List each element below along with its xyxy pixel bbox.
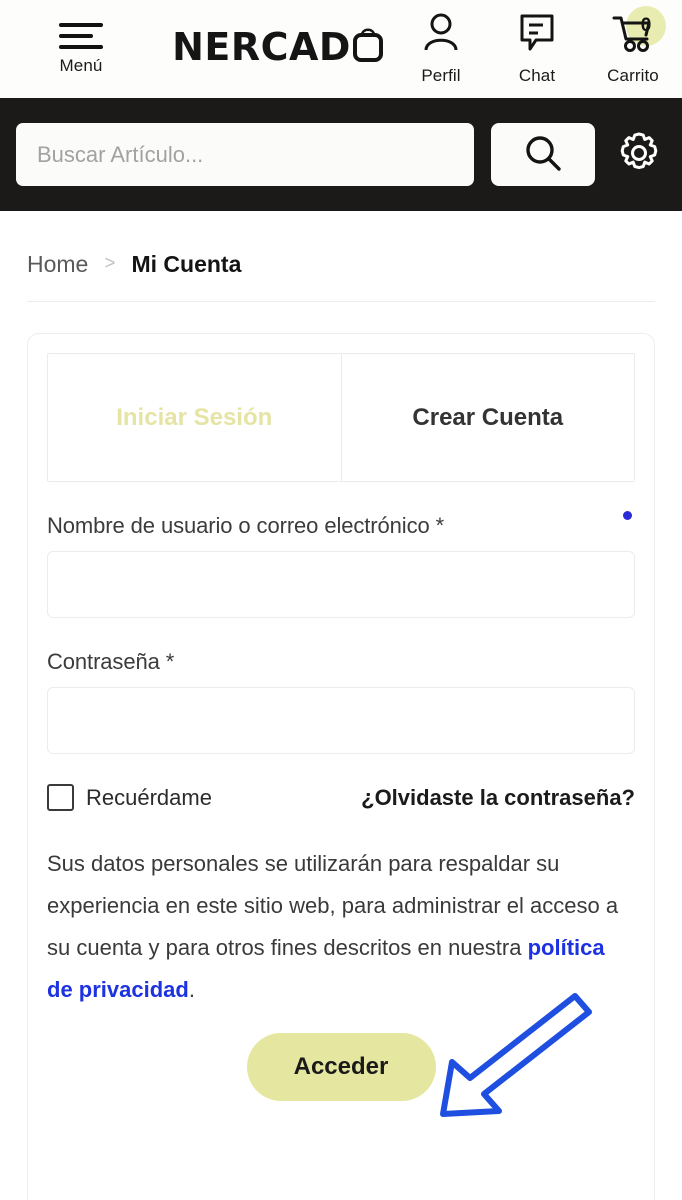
chat-bubble-icon: [517, 12, 557, 59]
shopping-cart-icon: [611, 12, 655, 59]
username-field-group: Nombre de usuario o correo electrónico *: [47, 513, 635, 618]
breadcrumb-current: Mi Cuenta: [131, 250, 242, 277]
account-card: Iniciar Sesión Crear Cuenta Nombre de us…: [27, 333, 655, 1200]
remember-me-checkbox[interactable]: [47, 784, 74, 811]
profile-label: Perfil: [421, 66, 461, 85]
header-actions: Perfil Chat 0 Carrito: [410, 6, 668, 86]
tab-iniciar-sesion[interactable]: Iniciar Sesión: [48, 354, 341, 481]
chat-button[interactable]: Chat: [506, 12, 568, 86]
search-button[interactable]: [491, 123, 595, 186]
username-label: Nombre de usuario o correo electrónico *: [47, 513, 635, 539]
site-header: Menú NERCAD Perfil Chat 0 Carrito: [0, 0, 682, 98]
hamburger-icon[interactable]: [59, 22, 103, 49]
cursor-dot-indicator: [623, 511, 632, 520]
password-label-text: Contraseña: [47, 649, 160, 674]
site-logo[interactable]: NERCAD: [146, 23, 410, 76]
chevron-right-icon: >: [104, 253, 116, 274]
username-label-text: Nombre de usuario o correo electrónico: [47, 513, 430, 538]
breadcrumb-home[interactable]: Home: [27, 251, 88, 278]
remember-me-toggle[interactable]: Recuérdame: [47, 784, 212, 811]
account-page: Menú NERCAD Perfil Chat 0 Carrito Buscar…: [0, 0, 682, 1200]
settings-button[interactable]: [612, 128, 666, 182]
privacy-notice: Sus datos personales se utilizarán para …: [47, 843, 635, 1011]
search-icon: [523, 133, 563, 176]
breadcrumb: Home > Mi Cuenta: [0, 211, 682, 285]
forgot-password-link[interactable]: ¿Olvidaste la contraseña?: [361, 785, 635, 811]
chat-label: Chat: [518, 66, 556, 85]
shopping-bag-icon: [352, 23, 384, 72]
username-required-marker: *: [435, 513, 445, 538]
password-field-group: Contraseña *: [47, 649, 635, 754]
gear-icon: [614, 128, 664, 181]
username-input[interactable]: [47, 551, 635, 618]
remember-forgot-row: Recuérdame ¿Olvidaste la contraseña?: [47, 784, 635, 811]
auth-tabs: Iniciar Sesión Crear Cuenta: [47, 353, 635, 482]
submit-row: Acceder: [47, 1033, 635, 1101]
logo-text: NERCAD: [172, 25, 351, 69]
cart-button[interactable]: 0 Carrito: [602, 6, 666, 86]
password-required-marker: *: [165, 649, 175, 674]
remember-me-label: Recuérdame: [86, 784, 212, 810]
acceder-button[interactable]: Acceder: [246, 1033, 436, 1101]
cart-label: Carrito: [607, 66, 659, 85]
profile-button[interactable]: Perfil: [410, 12, 472, 86]
menu-label: Menú: [59, 55, 103, 75]
search-input[interactable]: [16, 123, 474, 186]
password-input[interactable]: [47, 687, 635, 754]
search-bar: [0, 98, 682, 211]
breadcrumb-divider: [27, 301, 655, 302]
password-label: Contraseña *: [47, 649, 635, 675]
menu-button[interactable]: Menú: [16, 22, 146, 76]
tab-crear-cuenta[interactable]: Crear Cuenta: [340, 354, 634, 481]
user-icon: [421, 12, 461, 59]
privacy-text-after: .: [188, 977, 195, 1002]
